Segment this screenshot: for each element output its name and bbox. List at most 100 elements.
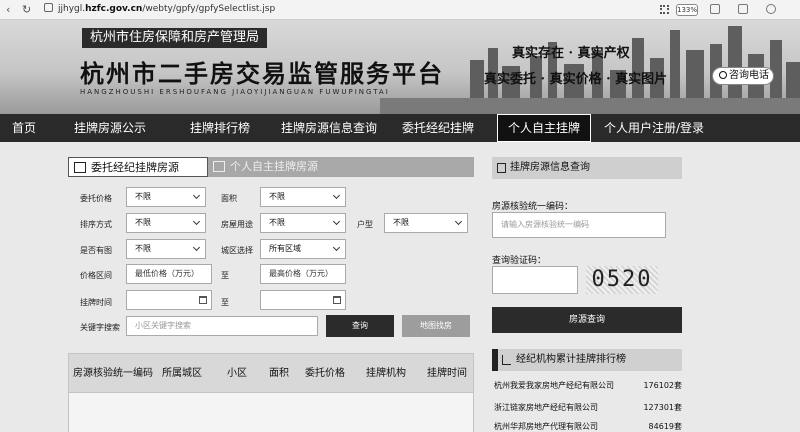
results-table-header: 房源核验统一编码 所属城区 小区 面积 委托价格 挂牌机构 挂牌时间	[68, 353, 474, 393]
district-label: 城区选择	[221, 246, 253, 255]
district-value: 所有区域	[269, 244, 301, 253]
time-to-label: 至	[221, 298, 229, 307]
chevron-down-icon	[192, 217, 201, 226]
ranking-row[interactable]: 浙江链家房地产经纪有限公司 127301套	[494, 399, 682, 417]
price-value: 不限	[135, 192, 151, 201]
agency-count: 127301套	[643, 403, 682, 412]
price-select[interactable]: 不限	[126, 187, 206, 207]
end-date-input[interactable]	[260, 290, 346, 310]
code-label: 房源核验统一编码：	[492, 202, 574, 212]
reload-icon[interactable]: ↻	[22, 3, 31, 16]
usage-select[interactable]: 不限	[260, 213, 346, 233]
col-time: 挂牌时间	[427, 368, 467, 379]
ranking-row[interactable]: 杭州我爱我家房地产经纪有限公司 176102套	[494, 377, 682, 395]
profile-icon[interactable]	[766, 4, 776, 14]
price-label: 委托价格	[80, 194, 112, 203]
ranking-row[interactable]: 杭州华邦房地产代理有限公司 84619套	[494, 418, 682, 432]
layout-value: 不限	[393, 218, 409, 227]
start-date-input[interactable]	[126, 290, 212, 310]
hotline-button[interactable]: 咨询电话	[712, 67, 774, 85]
col-price: 委托价格	[305, 368, 345, 379]
search-list-icon	[74, 162, 86, 173]
captcha-label: 查询验证码：	[492, 256, 547, 266]
gov-agency-label: 杭州市住房保障和房产管理局	[82, 28, 268, 48]
has-image-label: 是否有图	[80, 246, 112, 255]
sort-label: 排序方式	[80, 220, 112, 229]
back-icon[interactable]: ‹	[6, 3, 10, 16]
district-select[interactable]: 所有区域	[260, 239, 346, 259]
calendar-icon[interactable]	[333, 296, 341, 304]
tab-personal-listings[interactable]: 个人自主挂牌房源	[208, 157, 474, 177]
col-community: 小区	[227, 368, 247, 379]
url-path: /webty/gpfy/gpfySelectlist.jsp	[142, 4, 276, 14]
map-search-button[interactable]: 地图找房	[402, 315, 470, 337]
lookup-panel-header: 挂牌房源信息查询	[492, 157, 682, 179]
usage-value: 不限	[269, 218, 285, 227]
site-pinyin: HANGZHOUSHI ERSHOUFANG JIAOYIJIANGUAN FU…	[80, 88, 390, 96]
nav-ranking[interactable]: 挂牌排行榜	[190, 114, 250, 142]
chevron-down-icon	[332, 243, 341, 252]
nav-home[interactable]: 首页	[12, 114, 36, 142]
agency-name: 杭州我爱我家房地产经纪有限公司	[494, 381, 614, 390]
agency-name: 浙江链家房地产经纪有限公司	[494, 403, 598, 412]
bar-chart-icon	[502, 355, 511, 365]
min-price-input[interactable]: 最低价格（万元）	[126, 264, 212, 284]
area-select[interactable]: 不限	[260, 187, 346, 207]
agency-count: 84619套	[648, 422, 682, 431]
main-nav: 首页 挂牌房源公示 挂牌排行榜 挂牌房源信息查询 委托经纪挂牌 个人自主挂牌 个…	[0, 114, 800, 142]
ranking-panel-header: 经纪机构累计挂牌排行榜	[492, 349, 682, 371]
layout-label: 户型	[357, 220, 373, 229]
house-search-icon	[497, 163, 506, 173]
zoom-level[interactable]: 133%	[676, 4, 698, 16]
url-domain: hzfc.gov.cn	[85, 4, 143, 14]
nav-agent-listing[interactable]: 委托经纪挂牌	[402, 114, 474, 142]
captcha-input[interactable]	[492, 266, 578, 294]
tab-agent-listings[interactable]: 委托经纪挂牌房源	[68, 157, 208, 177]
area-value: 不限	[269, 192, 285, 201]
lock-icon	[44, 3, 53, 12]
calendar-icon[interactable]	[199, 296, 207, 304]
nav-listing-public[interactable]: 挂牌房源公示	[74, 114, 146, 142]
star-icon[interactable]	[710, 4, 720, 14]
site-title: 杭州市二手房交易监管服务平台	[80, 59, 444, 88]
sort-select[interactable]: 不限	[126, 213, 206, 233]
lookup-button[interactable]: 房源查询	[492, 307, 682, 333]
captcha-image[interactable]: 0520	[586, 266, 658, 294]
col-agency: 挂牌机构	[366, 368, 406, 379]
url-prefix: jjhygl.	[58, 4, 86, 14]
extensions-icon[interactable]	[738, 4, 748, 14]
keyword-label: 关键字搜索	[80, 323, 120, 332]
chevron-down-icon	[332, 191, 341, 200]
search-list-icon	[213, 161, 225, 172]
slogan-line-2: 真实委托 · 真实价格 · 真实图片	[484, 72, 668, 87]
ranking-title: 经纪机构累计挂牌排行榜	[516, 354, 626, 365]
code-placeholder: 请输入房源核验统一编码	[501, 220, 589, 229]
usage-label: 房屋用途	[221, 220, 253, 229]
slogan-line-1: 真实存在 · 真实产权	[512, 46, 630, 61]
keyword-input[interactable]: 小区关键字搜索	[126, 316, 318, 336]
col-area: 面积	[269, 368, 289, 379]
nav-listing-query[interactable]: 挂牌房源信息查询	[281, 114, 377, 142]
address-bar[interactable]: jjhygl.hzfc.gov.cn/webty/gpfy/gpfySelect…	[44, 2, 644, 17]
query-button[interactable]: 查询	[326, 315, 394, 337]
max-price-input[interactable]: 最高价格（万元）	[260, 264, 346, 284]
has-image-value: 不限	[135, 244, 151, 253]
has-image-select[interactable]: 不限	[126, 239, 206, 259]
nav-register-login[interactable]: 个人用户注册/登录	[604, 114, 704, 142]
keyword-placeholder: 小区关键字搜索	[135, 321, 191, 330]
col-district: 所属城区	[162, 368, 202, 379]
qr-code-icon[interactable]	[660, 5, 669, 14]
tab-label: 个人自主挂牌房源	[230, 160, 318, 173]
tab-label: 委托经纪挂牌房源	[91, 161, 179, 174]
nav-personal-listing[interactable]: 个人自主挂牌	[497, 114, 592, 142]
sort-value: 不限	[135, 218, 151, 227]
max-price-placeholder: 最高价格（万元）	[269, 269, 333, 278]
browser-toolbar: ‹ ↻ jjhygl.hzfc.gov.cn/webty/gpfy/gpfySe…	[0, 0, 800, 20]
price-to-label: 至	[221, 271, 229, 280]
code-input[interactable]: 请输入房源核验统一编码	[492, 212, 666, 238]
layout-select[interactable]: 不限	[384, 213, 468, 233]
chevron-down-icon	[192, 191, 201, 200]
col-code: 房源核验统一编码	[73, 368, 153, 379]
area-label: 面积	[221, 194, 237, 203]
results-table-body	[68, 393, 474, 432]
